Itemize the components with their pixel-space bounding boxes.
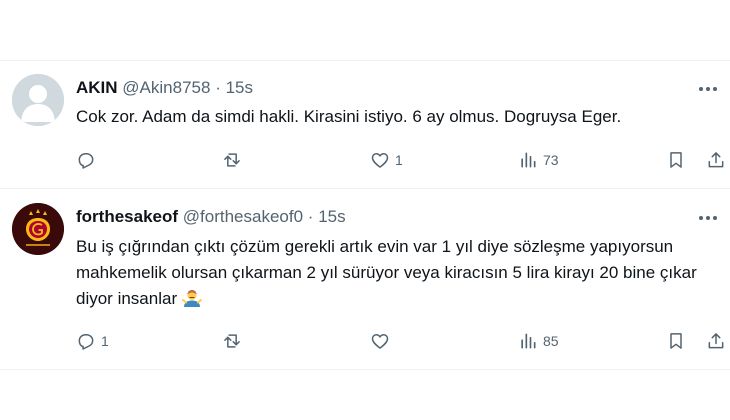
avatar[interactable] [12,74,64,126]
tweet-2[interactable]: forthesakeof @forthesakeof0 · 15s Bu iş … [0,189,730,369]
tweet-header: forthesakeof @forthesakeof0 · 15s [76,206,346,228]
timestamp[interactable]: 15s [318,207,345,226]
tweet-header: AKIN @Akin8758 · 15s [76,77,253,99]
view-count: 73 [543,152,559,168]
bookmark-button[interactable] [666,328,686,354]
views-button[interactable]: 85 [518,328,559,354]
share-icon [708,152,724,168]
reply-button[interactable] [76,147,101,173]
more-button[interactable] [696,207,720,229]
retweet-button[interactable] [222,328,247,354]
action-bar: 1 85 [72,328,724,354]
action-bar: 1 73 [72,147,724,173]
reply-icon [78,334,94,350]
display-name[interactable]: AKIN [76,78,118,97]
heart-icon [371,153,389,168]
reply-icon [78,153,94,169]
bookmark-icon [670,152,682,168]
more-icon [699,216,717,220]
share-icon [708,333,724,349]
heart-icon [371,334,389,349]
like-button[interactable]: 1 [370,147,403,173]
man-shrugging-emoji-icon [181,288,202,316]
user-handle[interactable]: @forthesakeof0 [183,207,303,226]
avatar[interactable] [12,203,64,255]
galatasaray-crest-icon [12,203,64,255]
share-button[interactable] [706,328,726,354]
bookmark-button[interactable] [666,147,686,173]
retweet-icon [224,153,240,167]
views-icon [521,152,536,168]
share-button[interactable] [706,147,726,173]
views-icon [521,333,536,349]
more-button[interactable] [696,78,720,100]
timestamp[interactable]: 15s [226,78,253,97]
tweet-text-content: Bu iş çığrından çıktı çözüm gerekli artı… [76,237,697,308]
reply-count: 1 [101,333,109,349]
user-handle[interactable]: @Akin8758 [122,78,210,97]
views-button[interactable]: 73 [518,147,559,173]
like-button[interactable] [370,328,395,354]
separator-dot: · [307,207,314,226]
bookmark-icon [670,333,682,349]
display-name[interactable]: forthesakeof [76,207,178,226]
tweet-text: Bu iş çığrından çıktı çözüm gerekli artı… [76,234,716,316]
like-count: 1 [395,152,403,168]
retweet-icon [224,334,240,348]
bottom-divider [0,369,730,370]
view-count: 85 [543,333,559,349]
separator-dot: · [215,78,221,97]
retweet-button[interactable] [222,147,247,173]
reply-button[interactable]: 1 [76,328,109,354]
more-icon [699,87,717,91]
default-avatar-icon [12,74,64,126]
tweet-text: Cok zor. Adam da simdi hakli. Kirasini i… [76,107,622,126]
tweet-1[interactable]: AKIN @Akin8758 · 15s Cok zor. Adam da si… [0,60,730,188]
